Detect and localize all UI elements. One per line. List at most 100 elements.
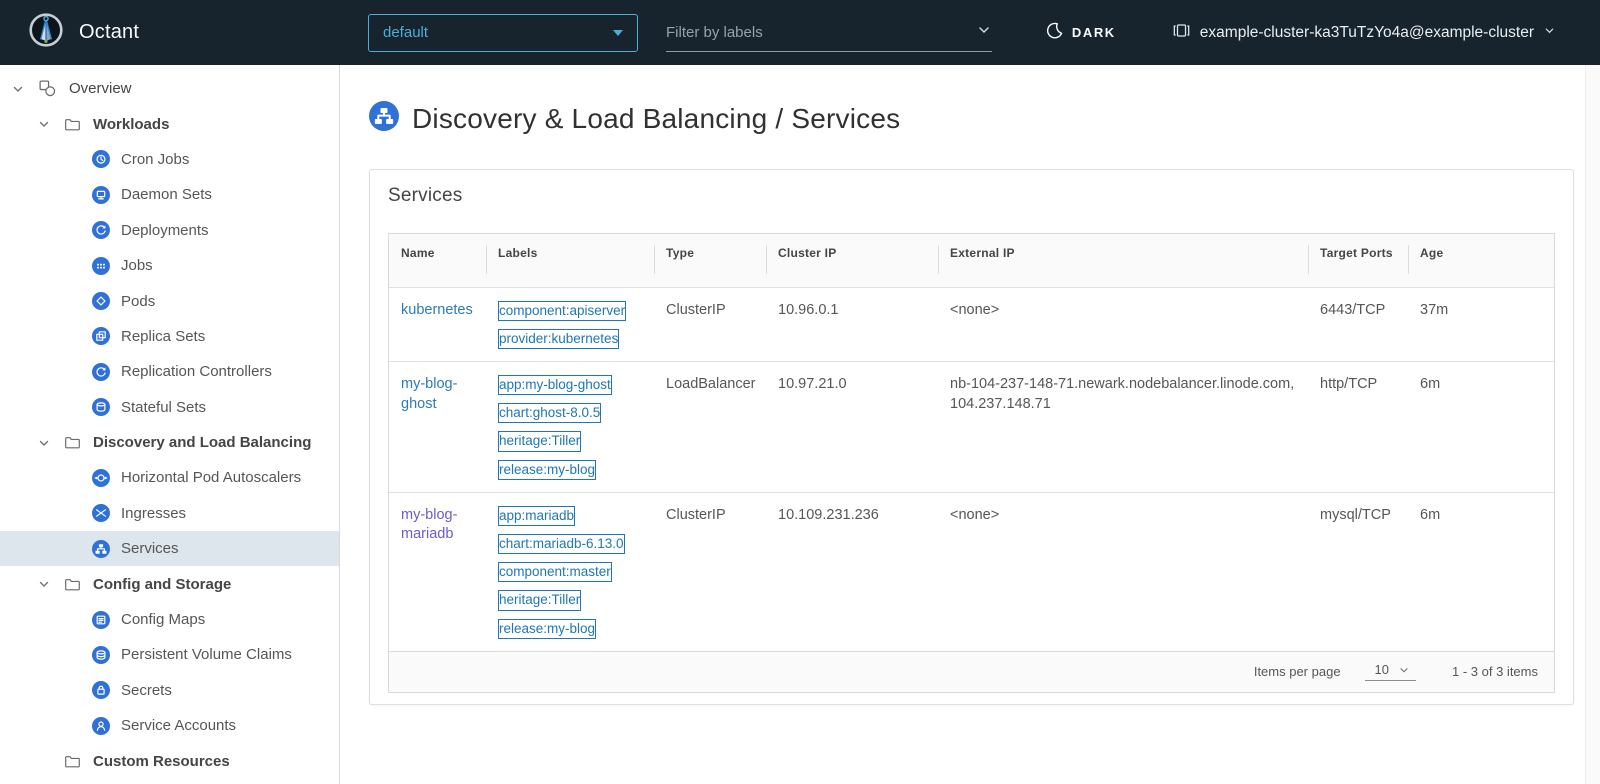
service-name-link[interactable]: my-blog-mariadb (401, 507, 457, 543)
sidebar-item-label: Cron Jobs (121, 151, 189, 168)
sidebar-item-horizontal-pod-autoscalers[interactable]: Horizontal Pod Autoscalers (0, 460, 339, 495)
pods-icon (92, 292, 110, 310)
sidebar-item-replication-controllers[interactable]: Replication Controllers (0, 354, 339, 389)
label-filter-input[interactable] (666, 24, 976, 41)
sidebar-item-stateful-sets[interactable]: Stateful Sets (0, 390, 339, 425)
sidebar-item-label: Daemon Sets (121, 186, 212, 203)
sidebar-item-discovery-and-load-balancing[interactable]: Discovery and Load Balancing (0, 425, 339, 460)
sidebar-item-deployments[interactable]: Deployments (0, 213, 339, 248)
column-header-age: Age (1408, 234, 1554, 287)
service-accounts-icon (92, 717, 110, 735)
card-title: Services (388, 185, 1555, 207)
sidebar-item-label: Stateful Sets (121, 399, 206, 416)
deployments-icon (92, 221, 110, 239)
service-name-link[interactable]: my-blog-ghost (401, 376, 457, 412)
namespace-select[interactable]: default (368, 14, 638, 52)
label-pill[interactable]: component:apiserver (498, 301, 626, 321)
chevron-down-icon[interactable] (10, 81, 26, 97)
sidebar-item-cron-jobs[interactable]: Cron Jobs (0, 142, 339, 177)
cron-jobs-icon (92, 150, 110, 168)
scrollbar-track[interactable] (1585, 65, 1600, 784)
octant-logo (28, 12, 64, 53)
table-header-row: NameLabelsTypeCluster IPExternal IPTarge… (389, 234, 1554, 287)
type-cell: ClusterIP (654, 287, 766, 361)
sidebar-item-daemon-sets[interactable]: Daemon Sets (0, 177, 339, 212)
items-per-page-value: 10 (1375, 662, 1389, 677)
cluster-selector-label: example-cluster-ka3TuTzYo4a@example-clus… (1200, 24, 1534, 42)
folder-icon (64, 753, 81, 770)
pagination: Items per page 10 1 - 3 of 3 items (389, 651, 1554, 692)
cluster-ip-cell: 10.97.21.0 (766, 361, 938, 492)
sidebar-item-persistent-volume-claims[interactable]: Persistent Volume Claims (0, 637, 339, 672)
page-title-text: Discovery & Load Balancing / Services (412, 103, 900, 135)
label-pill[interactable]: provider:kubernetes (498, 329, 619, 349)
sidebar-item-secrets[interactable]: Secrets (0, 673, 339, 708)
age-cell: 6m (1408, 492, 1554, 651)
label-pill[interactable]: chart:mariadb-6.13.0 (498, 534, 625, 554)
sidebar-item-services[interactable]: Services (0, 531, 339, 566)
sidebar-item-label: Deployments (121, 222, 209, 239)
objects-icon (38, 79, 57, 98)
pagination-range-label: 1 - 3 of 3 items (1452, 664, 1538, 679)
main-content: Discovery & Load Balancing / Services Se… (340, 65, 1600, 784)
column-header-labels: Labels (486, 234, 654, 287)
sidebar-item-label: Replica Sets (121, 328, 205, 345)
label-pill[interactable]: app:mariadb (498, 506, 575, 526)
chevron-down-icon[interactable] (976, 22, 992, 43)
daemon-sets-icon (92, 186, 110, 204)
sidebar-item-workloads[interactable]: Workloads (0, 106, 339, 141)
target-ports-cell: mysql/TCP (1308, 492, 1408, 651)
namespace-select-value: default (383, 24, 428, 41)
sidebar-item-pods[interactable]: Pods (0, 283, 339, 318)
label-pill[interactable]: component:master (498, 562, 612, 582)
service-name-link[interactable]: kubernetes (401, 302, 473, 318)
sidebar-item-service-accounts[interactable]: Service Accounts (0, 708, 339, 743)
external-ip-cell: <none> (938, 287, 1308, 361)
label-pill[interactable]: heritage:Tiller (498, 590, 581, 610)
chevron-down-icon[interactable] (36, 435, 52, 451)
chevron-down-icon[interactable] (36, 576, 52, 592)
items-per-page-select[interactable]: 10 (1365, 662, 1416, 681)
cluster-ip-cell: 10.96.0.1 (766, 287, 938, 361)
chevron-down-icon (1543, 24, 1556, 42)
sidebar-item-label: Persistent Volume Claims (121, 646, 292, 663)
sidebar-item-config-and-storage[interactable]: Config and Storage (0, 566, 339, 601)
stateful-sets-icon (92, 398, 110, 416)
label-filter (666, 14, 992, 52)
services-icon (369, 101, 399, 136)
label-pill[interactable]: chart:ghost-8.0.5 (498, 403, 601, 423)
secrets-icon (92, 681, 110, 699)
sidebar-item-label: Secrets (121, 682, 172, 699)
cluster-selector[interactable]: example-cluster-ka3TuTzYo4a@example-clus… (1172, 21, 1556, 45)
external-ip-cell: nb-104-237-148-71.newark.nodebalancer.li… (938, 361, 1308, 492)
folder-icon (64, 576, 81, 593)
items-per-page-label: Items per page (1254, 664, 1341, 679)
sidebar-item-custom-resources[interactable]: Custom Resources (0, 743, 339, 778)
column-header-target-ports: Target Ports (1308, 234, 1408, 287)
target-ports-cell: 6443/TCP (1308, 287, 1408, 361)
theme-toggle-label: DARK (1072, 25, 1116, 40)
theme-toggle-button[interactable]: DARK (1046, 22, 1116, 44)
sidebar-item-replica-sets[interactable]: Replica Sets (0, 319, 339, 354)
sidebar-item-config-maps[interactable]: Config Maps (0, 602, 339, 637)
sidebar-item-ingresses[interactable]: Ingresses (0, 496, 339, 531)
label-pill[interactable]: release:my-blog (498, 460, 596, 480)
sidebar-item-label: Config Maps (121, 611, 205, 628)
chevron-spacer (36, 753, 52, 769)
chevron-down-icon[interactable] (36, 116, 52, 132)
sidebar-item-label: Service Accounts (121, 717, 236, 734)
label-pill[interactable]: app:my-blog-ghost (498, 375, 612, 395)
cluster-ip-cell: 10.109.231.236 (766, 492, 938, 651)
sidebar-item-label: Pods (121, 293, 155, 310)
age-cell: 37m (1408, 287, 1554, 361)
label-pill[interactable]: release:my-blog (498, 619, 596, 639)
sidebar-item-label: Custom Resources (93, 753, 230, 770)
sidebar-item-jobs[interactable]: Jobs (0, 248, 339, 283)
cluster-icon (1172, 21, 1191, 45)
folder-icon (64, 434, 81, 451)
sidebar-item-overview[interactable]: Overview (0, 71, 339, 106)
label-pill[interactable]: heritage:Tiller (498, 431, 581, 451)
topbar: Octant default DARK example-cluster-ka3T… (0, 0, 1600, 65)
table-row: my-blog-ghost app:my-blog-ghost chart:ghos… (389, 361, 1554, 492)
sidebar-item-label: Ingresses (121, 505, 186, 522)
